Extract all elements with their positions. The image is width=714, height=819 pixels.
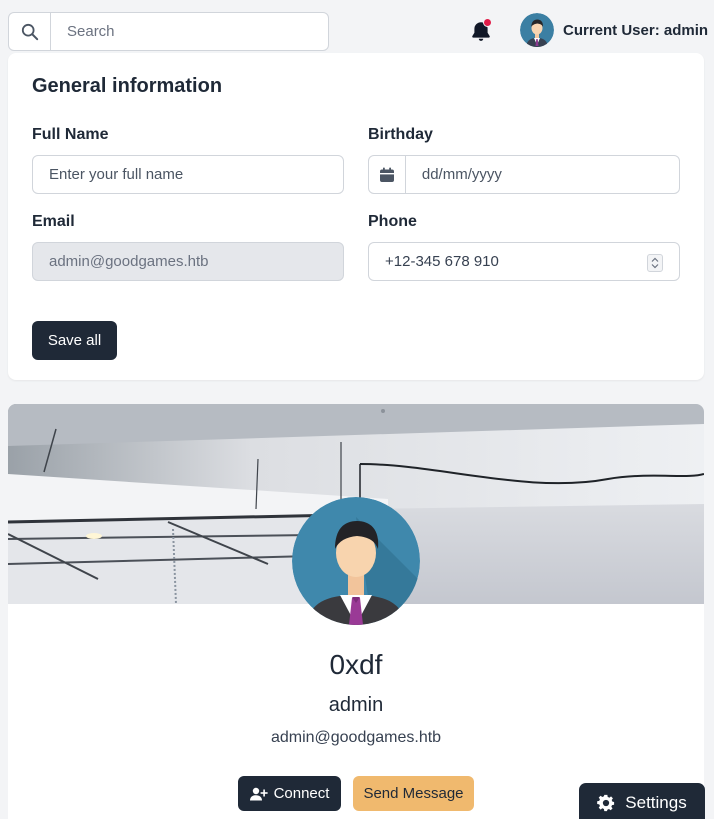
full-name-field	[32, 155, 344, 194]
current-user-label: Current User: admin	[563, 21, 709, 39]
calendar-icon[interactable]	[369, 156, 406, 193]
email-input[interactable]	[33, 253, 343, 270]
birthday-field	[368, 155, 680, 194]
email-field	[32, 242, 344, 281]
save-all-button[interactable]: Save all	[32, 321, 117, 360]
notification-badge	[483, 18, 492, 27]
phone-field	[368, 242, 680, 281]
birthday-label: Birthday	[368, 126, 433, 143]
profile-email: admin@goodgames.htb	[270, 729, 442, 746]
profile-avatar	[292, 497, 420, 625]
connect-label: Connect	[273, 785, 330, 802]
search-input[interactable]	[51, 23, 321, 40]
search-bar	[8, 12, 329, 51]
gear-icon	[597, 794, 615, 812]
general-info-card: General information Full Name Birthday E…	[8, 53, 704, 380]
phone-input[interactable]	[369, 253, 679, 270]
full-name-label: Full Name	[32, 126, 109, 143]
birthday-input[interactable]	[405, 166, 679, 183]
full-name-input[interactable]	[33, 166, 343, 183]
number-stepper[interactable]	[647, 254, 663, 272]
settings-button[interactable]: Settings	[579, 783, 705, 819]
user-plus-icon	[249, 787, 268, 800]
user-menu[interactable]: Current User: admin	[520, 13, 708, 47]
settings-label: Settings	[625, 793, 687, 812]
profile-card: 0xdf admin admin@goodgames.htb Connect S…	[8, 404, 704, 819]
search-icon[interactable]	[9, 13, 51, 50]
profile-role: admin	[328, 694, 384, 716]
send-message-button[interactable]: Send Message	[353, 776, 474, 811]
profile-name: 0xdf	[329, 649, 383, 680]
connect-button[interactable]: Connect	[238, 776, 341, 811]
avatar	[520, 13, 554, 47]
phone-label: Phone	[368, 213, 417, 230]
email-label: Email	[32, 213, 75, 230]
card-title: General information	[32, 75, 223, 97]
